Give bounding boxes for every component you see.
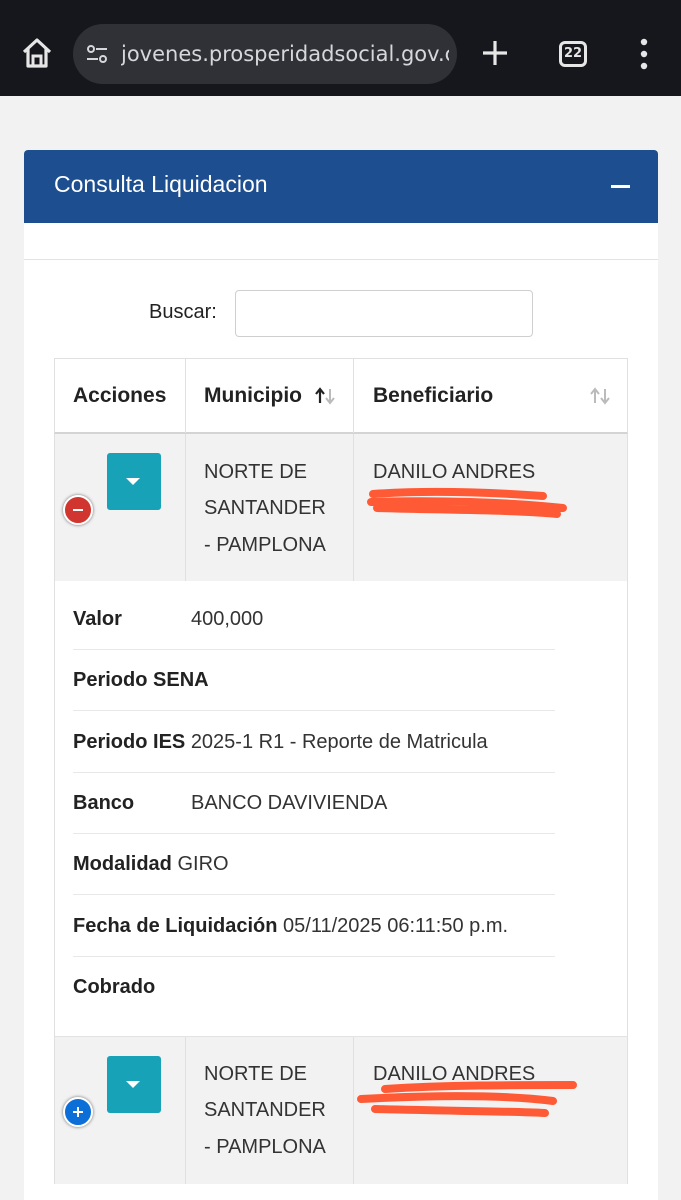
municipio-line: SANTANDER (204, 1099, 326, 1121)
site-settings-icon[interactable] (85, 42, 109, 66)
detail-label: Banco (73, 792, 135, 814)
detail-label: Cobrado (73, 976, 156, 998)
detail-divider (73, 710, 555, 711)
detail-divider (73, 956, 555, 957)
column-divider (185, 359, 186, 433)
collapse-row-icon[interactable] (63, 495, 93, 525)
municipio-line: NORTE DE (204, 461, 307, 483)
expand-row-icon[interactable] (63, 1097, 93, 1127)
municipio-line: - PAMPLONA (204, 1136, 326, 1158)
home-icon[interactable] (20, 36, 54, 70)
detail-divider (73, 894, 555, 895)
beneficiario-name: DANILO ANDRES (373, 461, 536, 483)
sort-asc-icon[interactable] (313, 387, 337, 405)
redaction-scribble (367, 487, 567, 518)
menu-icon[interactable] (634, 38, 654, 70)
detail-value: 400,000 (191, 608, 264, 630)
municipio-line: SANTANDER (204, 497, 326, 519)
new-tab-icon[interactable] (480, 38, 510, 68)
detail-value: 2025-1 R1 - Reporte de Matricula (190, 731, 488, 753)
table-header: Acciones Municipio Beneficiario (54, 358, 628, 434)
caret-down-icon (126, 1081, 140, 1088)
row-details: Valor 400,000 Periodo SENA Periodo IES 20… (54, 581, 628, 1037)
detail-periodo-ies: Periodo IES 2025-1 R1 - Reporte de Matri… (73, 731, 555, 754)
search-input[interactable] (235, 290, 533, 337)
column-divider (353, 434, 354, 581)
panel-title: Consulta Liquidacion (54, 171, 268, 197)
column-divider (353, 359, 354, 433)
municipio-line: - PAMPLONA (204, 534, 326, 556)
column-divider (185, 434, 186, 581)
detail-value: GIRO (177, 853, 229, 875)
sort-both-icon[interactable] (588, 387, 612, 405)
detail-divider (73, 833, 555, 834)
detail-modalidad: Modalidad GIRO (73, 853, 555, 876)
consulta-panel: Consulta Liquidacion Buscar: Acciones Mu… (24, 150, 658, 1200)
detail-fecha-liquidacion: Fecha de Liquidación 05/11/2025 06:11:50… (73, 915, 613, 938)
detail-label: Periodo IES (73, 731, 186, 753)
table-row[interactable]: NORTE DE SANTANDER - PAMPLONA DANILO AND… (54, 1037, 628, 1184)
detail-label: Modalidad (73, 853, 172, 875)
tab-switcher-icon[interactable]: 22 (559, 41, 587, 67)
actions-dropdown-button[interactable] (107, 1056, 161, 1113)
detail-banco: Banco BANCO DAVIVIENDA (73, 792, 555, 815)
address-bar[interactable]: jovenes.prosperidadsocial.gov.co/P (73, 24, 457, 84)
url-text[interactable]: jovenes.prosperidadsocial.gov.co/P (121, 24, 449, 84)
caret-down-icon (126, 478, 140, 485)
detail-label: Periodo SENA (73, 669, 209, 691)
detail-label: Valor (73, 608, 122, 630)
redaction-scribble (357, 1081, 577, 1117)
municipio-line: NORTE DE (204, 1063, 307, 1085)
browser-toolbar: jovenes.prosperidadsocial.gov.co/P 22 (0, 0, 681, 96)
detail-periodo-sena: Periodo SENA (73, 669, 555, 692)
column-divider (353, 1037, 354, 1184)
detail-cobrado: Cobrado (73, 976, 555, 999)
detail-divider (73, 649, 555, 650)
table-row[interactable]: NORTE DE SANTANDER - PAMPLONA DANILO AND… (54, 434, 628, 581)
detail-value: BANCO DAVIVIENDA (191, 792, 388, 814)
column-header-acciones: Acciones (73, 384, 167, 407)
detail-valor: Valor 400,000 (73, 608, 555, 631)
detail-divider (73, 772, 555, 773)
column-divider (185, 1037, 186, 1184)
detail-label: Fecha de Liquidación (73, 915, 278, 937)
collapse-icon[interactable] (611, 185, 630, 188)
detail-value: 05/11/2025 06:11:50 p.m. (283, 915, 509, 937)
actions-dropdown-button[interactable] (107, 453, 161, 510)
panel-header: Consulta Liquidacion (24, 150, 658, 223)
column-header-municipio[interactable]: Municipio (204, 359, 302, 433)
search-label: Buscar: (149, 301, 217, 323)
column-header-beneficiario[interactable]: Beneficiario (373, 359, 493, 433)
